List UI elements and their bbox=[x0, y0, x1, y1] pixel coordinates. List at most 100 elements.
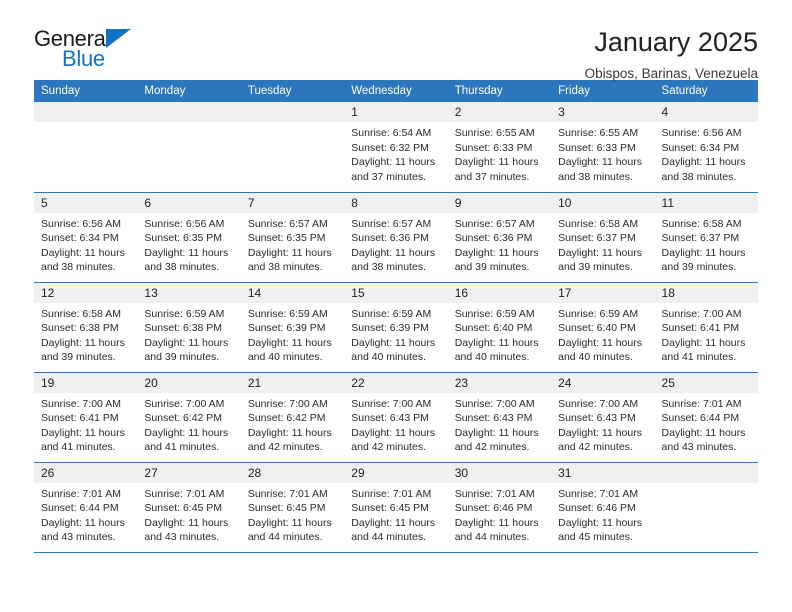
sunset-text: Sunset: 6:44 PM bbox=[661, 412, 740, 425]
daylight-text-line2: and 38 minutes. bbox=[558, 170, 633, 183]
daylight-text-line1: Daylight: 11 hours bbox=[351, 516, 436, 529]
daylight-text-line2: and 39 minutes. bbox=[41, 351, 116, 364]
day-number: 5 bbox=[34, 192, 138, 213]
calendar-day-cell[interactable]: 2 Sunrise: 6:55 AM Sunset: 6:33 PM Daylight… bbox=[447, 102, 552, 193]
daylight-text-line2: and 43 minutes. bbox=[144, 531, 220, 544]
calendar-week-row: 12 Sunrise: 6:58 AM Sunset: 6:38 PM Dayligh… bbox=[34, 282, 758, 373]
sunset-text: Sunset: 6:41 PM bbox=[41, 412, 119, 425]
day-details: Sunrise: 6:59 AM Sunset: 6:39 PM Daylight:… bbox=[241, 303, 344, 365]
sunrise-text: Sunrise: 6:59 AM bbox=[351, 307, 432, 320]
daylight-text-line2: and 42 minutes. bbox=[247, 441, 323, 454]
calendar-day-cell[interactable]: 13 Sunrise: 6:59 AM Sunset: 6:38 PM Dayligh… bbox=[137, 282, 241, 373]
daylight-text-line1: Daylight: 11 hours bbox=[144, 516, 229, 529]
sunrise-text: Sunrise: 7:01 AM bbox=[41, 487, 121, 500]
daylight-text-line2: and 40 minutes. bbox=[558, 351, 633, 364]
calendar-day-cell[interactable]: 8 Sunrise: 6:57 AM Sunset: 6:36 PM Daylight… bbox=[344, 192, 448, 283]
sunrise-text: Sunrise: 6:57 AM bbox=[351, 217, 432, 230]
brand-logo[interactable]: General Blue bbox=[34, 26, 214, 82]
weekday-header-monday: Monday bbox=[137, 80, 241, 102]
calendar-day-cell[interactable]: 6 Sunrise: 6:56 AM Sunset: 6:35 PM Daylight… bbox=[137, 192, 241, 283]
calendar-day-cell[interactable]: 9 Sunrise: 6:57 AM Sunset: 6:36 PM Daylight… bbox=[447, 192, 552, 283]
calendar-day-cell[interactable]: 15 Sunrise: 6:59 AM Sunset: 6:39 PM Dayligh… bbox=[344, 282, 448, 373]
day-details: Sunrise: 7:00 AM Sunset: 6:42 PM Daylight:… bbox=[241, 393, 344, 455]
sunset-text: Sunset: 6:45 PM bbox=[144, 502, 223, 515]
day-number: 24 bbox=[551, 372, 655, 393]
calendar-day-cell[interactable]: 24 Sunrise: 7:00 AM Sunset: 6:43 PM Dayligh… bbox=[551, 372, 655, 463]
day-number: 17 bbox=[551, 282, 655, 303]
calendar-day-cell[interactable]: 29 Sunrise: 7:01 AM Sunset: 6:45 PM Dayligh… bbox=[344, 462, 448, 553]
daylight-text-line1: Daylight: 11 hours bbox=[247, 426, 332, 439]
calendar-day-cell[interactable]: 3 Sunrise: 6:55 AM Sunset: 6:33 PM Daylight… bbox=[551, 102, 655, 193]
calendar-week-row: 19 Sunrise: 7:00 AM Sunset: 6:41 PM Dayligh… bbox=[34, 372, 758, 463]
daylight-text-line1: Daylight: 11 hours bbox=[351, 246, 436, 259]
sunrise-text: Sunrise: 6:55 AM bbox=[454, 127, 535, 139]
day-details: Sunrise: 6:59 AM Sunset: 6:38 PM Daylight:… bbox=[137, 303, 240, 365]
daylight-text-line2: and 42 minutes. bbox=[558, 441, 633, 454]
daylight-text-line1: Daylight: 11 hours bbox=[247, 246, 332, 259]
calendar-day-cell[interactable]: 10 Sunrise: 6:58 AM Sunset: 6:37 PM Dayligh… bbox=[551, 192, 655, 283]
sunset-text: Sunset: 6:39 PM bbox=[247, 322, 326, 335]
calendar-page: General Blue January 2025 Obispos, Barin… bbox=[0, 0, 792, 612]
calendar-day-cell[interactable]: 23 Sunrise: 7:00 AM Sunset: 6:43 PM Dayligh… bbox=[447, 372, 552, 463]
day-number: 4 bbox=[654, 102, 758, 122]
calendar-day-cell[interactable]: 20 Sunrise: 7:00 AM Sunset: 6:42 PM Dayligh… bbox=[137, 372, 241, 463]
sunset-text: Sunset: 6:38 PM bbox=[144, 322, 223, 335]
sunrise-text: Sunrise: 7:01 AM bbox=[661, 397, 742, 410]
sunrise-text: Sunrise: 6:59 AM bbox=[558, 307, 639, 320]
calendar-day-cell[interactable]: 30 Sunrise: 7:01 AM Sunset: 6:46 PM Dayligh… bbox=[447, 462, 552, 553]
calendar-day-cell[interactable]: 12 Sunrise: 6:58 AM Sunset: 6:38 PM Dayligh… bbox=[34, 282, 138, 373]
sunrise-text: Sunrise: 7:00 AM bbox=[661, 307, 742, 320]
daylight-text-line1: Daylight: 11 hours bbox=[351, 156, 436, 169]
day-details: Sunrise: 7:00 AM Sunset: 6:41 PM Daylight:… bbox=[34, 393, 137, 455]
daylight-text-line2: and 45 minutes. bbox=[558, 531, 633, 544]
calendar-day-cell-empty bbox=[34, 102, 138, 193]
day-details: Sunrise: 7:01 AM Sunset: 6:44 PM Daylight:… bbox=[34, 483, 137, 545]
day-number: 29 bbox=[344, 462, 448, 483]
calendar-day-cell[interactable]: 16 Sunrise: 6:59 AM Sunset: 6:40 PM Dayligh… bbox=[447, 282, 552, 373]
calendar-day-cell[interactable]: 21 Sunrise: 7:00 AM Sunset: 6:42 PM Dayligh… bbox=[240, 372, 345, 463]
sunset-text: Sunset: 6:43 PM bbox=[454, 412, 533, 425]
calendar-day-cell[interactable]: 17 Sunrise: 6:59 AM Sunset: 6:40 PM Dayligh… bbox=[551, 282, 655, 373]
day-number: 2 bbox=[447, 102, 552, 122]
sunset-text: Sunset: 6:33 PM bbox=[558, 141, 636, 154]
day-number: 11 bbox=[654, 192, 758, 213]
daylight-text-line1: Daylight: 11 hours bbox=[661, 156, 746, 169]
daylight-text-line2: and 44 minutes. bbox=[351, 531, 426, 544]
calendar-day-cell[interactable]: 28 Sunrise: 7:01 AM Sunset: 6:45 PM Dayligh… bbox=[240, 462, 345, 553]
sunrise-text: Sunrise: 6:54 AM bbox=[351, 127, 432, 139]
brand-name-bottom: Blue bbox=[62, 46, 105, 71]
daylight-text-line1: Daylight: 11 hours bbox=[661, 336, 746, 349]
calendar-day-cell[interactable]: 26 Sunrise: 7:01 AM Sunset: 6:44 PM Dayligh… bbox=[34, 462, 138, 553]
day-number bbox=[34, 102, 138, 122]
sunset-text: Sunset: 6:45 PM bbox=[247, 502, 326, 515]
sunset-text: Sunset: 6:40 PM bbox=[454, 322, 533, 335]
calendar-day-cell[interactable]: 11 Sunrise: 6:58 AM Sunset: 6:37 PM Dayligh… bbox=[654, 192, 758, 283]
calendar-day-cell[interactable]: 27 Sunrise: 7:01 AM Sunset: 6:45 PM Dayligh… bbox=[137, 462, 241, 553]
daylight-text-line1: Daylight: 11 hours bbox=[41, 336, 125, 349]
day-number bbox=[654, 462, 758, 483]
calendar-day-cell[interactable]: 18 Sunrise: 7:00 AM Sunset: 6:41 PM Dayligh… bbox=[654, 282, 758, 373]
calendar-day-cell[interactable]: 25 Sunrise: 7:01 AM Sunset: 6:44 PM Dayligh… bbox=[654, 372, 758, 463]
daylight-text-line2: and 39 minutes. bbox=[454, 261, 530, 274]
sunrise-text: Sunrise: 6:57 AM bbox=[454, 217, 535, 230]
calendar-day-cell[interactable]: 31 Sunrise: 7:01 AM Sunset: 6:46 PM Dayligh… bbox=[551, 462, 655, 553]
day-number: 22 bbox=[344, 372, 448, 393]
daylight-text-line2: and 41 minutes. bbox=[41, 441, 116, 454]
calendar-day-cell[interactable]: 4 Sunrise: 6:56 AM Sunset: 6:34 PM Daylight… bbox=[654, 102, 758, 193]
calendar-day-cell[interactable]: 22 Sunrise: 7:00 AM Sunset: 6:43 PM Dayligh… bbox=[344, 372, 448, 463]
sunset-text: Sunset: 6:36 PM bbox=[351, 232, 429, 245]
calendar-day-cell[interactable]: 7 Sunrise: 6:57 AM Sunset: 6:35 PM Daylight… bbox=[240, 192, 345, 283]
day-number: 31 bbox=[551, 462, 655, 483]
sunrise-text: Sunrise: 6:58 AM bbox=[558, 217, 639, 230]
day-details: Sunrise: 7:00 AM Sunset: 6:41 PM Daylight:… bbox=[655, 303, 758, 365]
calendar-day-cell[interactable]: 5 Sunrise: 6:56 AM Sunset: 6:34 PM Daylight… bbox=[34, 192, 138, 283]
sunrise-text: Sunrise: 7:01 AM bbox=[247, 487, 328, 500]
calendar-day-cell[interactable]: 1 Sunrise: 6:54 AM Sunset: 6:32 PM Daylight… bbox=[344, 102, 448, 193]
sunset-text: Sunset: 6:35 PM bbox=[247, 232, 326, 245]
day-number: 12 bbox=[34, 282, 138, 303]
calendar-day-cell[interactable]: 14 Sunrise: 6:59 AM Sunset: 6:39 PM Dayligh… bbox=[240, 282, 345, 373]
calendar-day-cell[interactable]: 19 Sunrise: 7:00 AM Sunset: 6:41 PM Dayligh… bbox=[34, 372, 138, 463]
calendar-table: Sunday Monday Tuesday Wednesday Thursday Frid… bbox=[34, 80, 758, 553]
sunset-text: Sunset: 6:37 PM bbox=[661, 232, 740, 245]
calendar-day-cell-empty bbox=[654, 462, 758, 553]
